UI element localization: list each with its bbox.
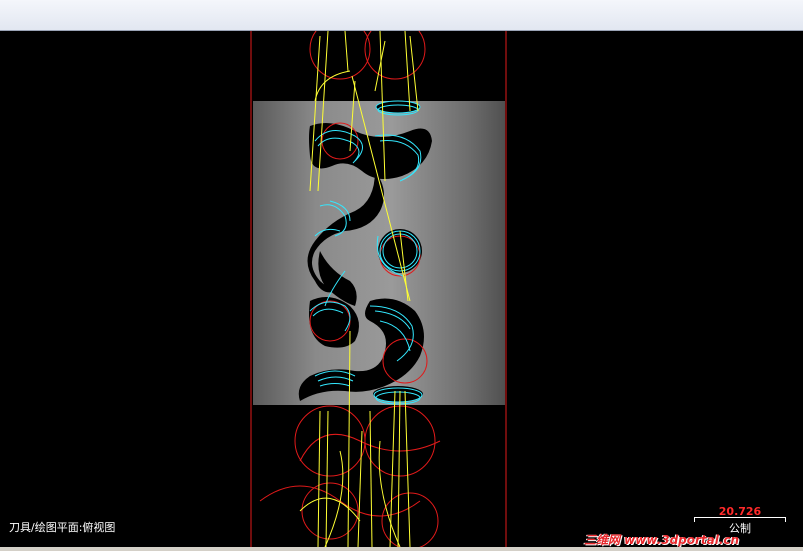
window-bottom-edge [0,547,803,551]
view-plane-label: 刀具/绘图平面:俯视图 [9,521,116,534]
window-title-bar [0,0,803,31]
watermark-text: 三维网 www.3dportal.cn [584,533,740,547]
graphics-viewport[interactable] [0,31,803,547]
cad-scene [250,31,507,547]
